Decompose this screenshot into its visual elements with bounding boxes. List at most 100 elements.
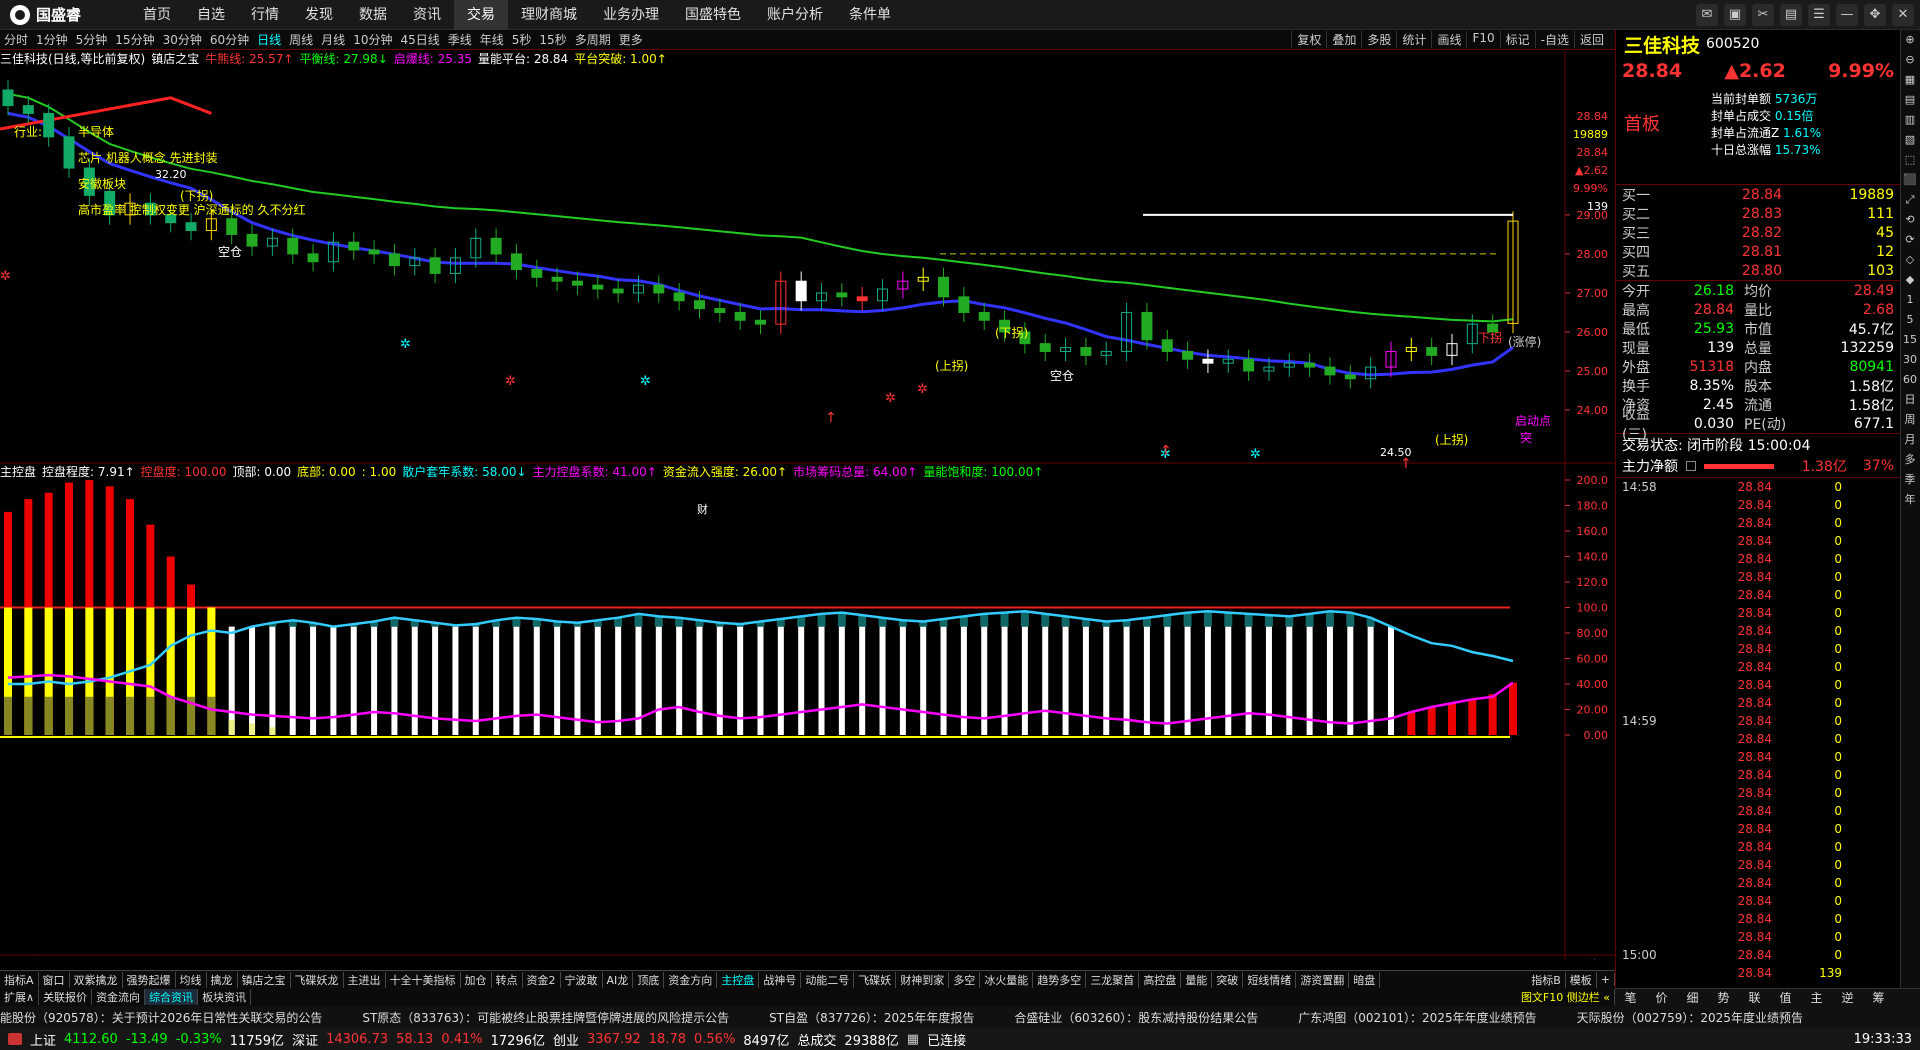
side-view-button[interactable]: 笔 bbox=[1615, 989, 1646, 1006]
tool-icon[interactable]: ▤ bbox=[1901, 90, 1919, 110]
strip-period[interactable]: 60 bbox=[1901, 370, 1919, 390]
indicator-tab-right[interactable]: + bbox=[1597, 973, 1615, 986]
tool-icon[interactable]: ⟲ bbox=[1901, 210, 1919, 230]
strip-period[interactable]: 30 bbox=[1901, 350, 1919, 370]
indicator-tab[interactable]: 多空 bbox=[949, 971, 981, 988]
side-view-button[interactable]: 逆 bbox=[1832, 989, 1863, 1006]
strip-period[interactable]: 年 bbox=[1901, 490, 1919, 510]
chart-tool-button[interactable]: 返回 bbox=[1573, 31, 1609, 48]
chart-area[interactable]: 三佳科技(日线,等比前复权) 镇店之宝 牛熊线: 25.57↑ 平衡线: 27.98↓… bbox=[0, 50, 1615, 960]
period-tab[interactable]: 15分钟 bbox=[111, 33, 158, 47]
bid-row[interactable]: 买三 28.82 45 bbox=[1616, 223, 1900, 242]
strip-period[interactable]: 日 bbox=[1901, 390, 1919, 410]
chart-tool-button[interactable]: 叠加 bbox=[1326, 31, 1361, 48]
period-tab[interactable]: 60分钟 bbox=[206, 33, 253, 47]
indicator-tab[interactable]: 宁波敢 bbox=[561, 971, 603, 988]
info-tab[interactable]: 关联报价 bbox=[39, 989, 93, 1005]
period-tab[interactable]: 更多 bbox=[615, 33, 647, 47]
indicator-tab[interactable]: 财神到家 bbox=[896, 971, 950, 988]
info-tab[interactable]: 资金流向 bbox=[92, 989, 146, 1005]
side-view-button[interactable]: 主 bbox=[1801, 989, 1832, 1006]
period-tab[interactable]: 15秒 bbox=[535, 33, 570, 47]
indicator-tab[interactable]: 强势起爆 bbox=[123, 971, 176, 988]
tool-icon[interactable]: ⊖ bbox=[1901, 50, 1919, 70]
chart-tool-button[interactable]: 画线 bbox=[1431, 31, 1466, 48]
chart-tool-button[interactable]: 标记 bbox=[1499, 31, 1535, 48]
side-view-button[interactable]: 值 bbox=[1770, 989, 1801, 1006]
nav-item[interactable]: 条件单 bbox=[836, 0, 904, 30]
close-icon[interactable]: ✕ bbox=[1892, 4, 1914, 26]
news-item[interactable]: 能股份（920578）：关于预计2026年日常性关联交易的公告 bbox=[0, 1009, 322, 1026]
indicator-tab[interactable]: 飞碟妖龙 bbox=[291, 971, 344, 988]
period-tab[interactable]: 多周期 bbox=[571, 33, 615, 47]
chart-tool-button[interactable]: -自选 bbox=[1534, 31, 1574, 48]
indicator-tab[interactable]: 顶底 bbox=[633, 971, 665, 988]
tool-icon[interactable]: ⬛ bbox=[1901, 170, 1919, 190]
indicator-tab[interactable]: 冰火量能 bbox=[980, 971, 1034, 988]
info-tab[interactable]: 扩展∧ bbox=[0, 989, 40, 1005]
bid-row[interactable]: 买一 28.84 19889 bbox=[1616, 185, 1900, 204]
news-ticker[interactable]: 能股份（920578）：关于预计2026年日常性关联交易的公告 ST原态（8337… bbox=[0, 1006, 1920, 1028]
nav-item[interactable]: 理财商城 bbox=[508, 0, 590, 30]
tool-icon[interactable]: ▥ bbox=[1901, 110, 1919, 130]
strip-period[interactable]: 月 bbox=[1901, 430, 1919, 450]
strip-period[interactable]: 季 bbox=[1901, 470, 1919, 490]
indicator-tab[interactable]: 加仓 bbox=[461, 971, 492, 988]
menu-icon[interactable]: ☰ bbox=[1808, 4, 1830, 26]
layout-icon[interactable]: ▤ bbox=[1780, 4, 1802, 26]
indicator-tab[interactable]: 转点 bbox=[492, 971, 523, 988]
indicator-tab[interactable]: 战神号 bbox=[759, 971, 802, 988]
tool-icon[interactable]: ◇ bbox=[1901, 250, 1919, 270]
side-toggle[interactable]: 图文F10 侧边栏 « bbox=[1517, 989, 1615, 1005]
bid-row[interactable]: 买四 28.81 12 bbox=[1616, 242, 1900, 261]
info-tab[interactable]: 板块资讯 bbox=[198, 989, 252, 1005]
indicator-tab-right[interactable]: 模板 bbox=[1566, 971, 1597, 988]
indicator-tab[interactable]: 资金2 bbox=[523, 971, 561, 988]
mail-icon[interactable]: ▣ bbox=[1724, 4, 1746, 26]
period-tab[interactable]: 5秒 bbox=[508, 33, 536, 47]
nav-item[interactable]: 业务办理 bbox=[590, 0, 672, 30]
strip-period[interactable]: 周 bbox=[1901, 410, 1919, 430]
indicator-tab[interactable]: 双紫擒龙 bbox=[70, 971, 123, 988]
period-tab[interactable]: 5分钟 bbox=[72, 33, 112, 47]
nav-item[interactable]: 资讯 bbox=[400, 0, 454, 30]
period-tab[interactable]: 日线 bbox=[253, 33, 285, 47]
period-tab[interactable]: 1分钟 bbox=[32, 33, 72, 47]
tool-icon[interactable]: ⤢ bbox=[1901, 190, 1919, 210]
indicator-tab[interactable]: 趋势多空 bbox=[1033, 971, 1087, 988]
bid-row[interactable]: 买五 28.80 103 bbox=[1616, 261, 1900, 280]
nav-item[interactable]: 数据 bbox=[346, 0, 400, 30]
nav-item[interactable]: 自选 bbox=[184, 0, 238, 30]
indicator-tab[interactable]: 指标A bbox=[0, 971, 39, 988]
indicator-tab[interactable]: 均线 bbox=[176, 971, 207, 988]
side-view-button[interactable]: 价 bbox=[1646, 989, 1677, 1006]
period-tab[interactable]: 年线 bbox=[476, 33, 508, 47]
news-item[interactable]: ST自盈（837726）：2025年年度报告 bbox=[769, 1009, 974, 1026]
tool-icon[interactable]: ▧ bbox=[1901, 130, 1919, 150]
side-view-button[interactable]: 筹 bbox=[1863, 989, 1894, 1006]
nav-item[interactable]: 行情 bbox=[238, 0, 292, 30]
period-tab[interactable]: 季线 bbox=[444, 33, 476, 47]
indicator-tab[interactable]: 窗口 bbox=[39, 971, 70, 988]
indicator-tab[interactable]: 突破 bbox=[1212, 971, 1244, 988]
period-tab[interactable]: 45日线 bbox=[396, 33, 443, 47]
indicator-tab[interactable]: 暗盘 bbox=[1349, 971, 1381, 988]
indicator-tab[interactable]: 主进出 bbox=[344, 971, 386, 988]
indicator-tab[interactable]: 十全十美指标 bbox=[386, 971, 461, 988]
indicator-tab[interactable]: 游资置翻 bbox=[1296, 971, 1350, 988]
nav-item[interactable]: 账户分析 bbox=[754, 0, 836, 30]
tool-icon[interactable]: ⊕ bbox=[1901, 30, 1919, 50]
indicator-tab[interactable]: 主控盘 bbox=[717, 971, 760, 988]
chart-tool-button[interactable]: 多股 bbox=[1361, 31, 1396, 48]
news-item[interactable]: 广东鸿图（002101）：2025年年度业绩预告 bbox=[1298, 1009, 1536, 1026]
side-view-button[interactable]: 势 bbox=[1708, 989, 1739, 1006]
message-icon[interactable]: ✉ bbox=[1696, 4, 1718, 26]
indicator-tab[interactable]: 三龙聚首 bbox=[1086, 971, 1140, 988]
period-tab[interactable]: 分时 bbox=[0, 33, 32, 47]
tool-icon[interactable]: ▦ bbox=[1901, 70, 1919, 90]
period-tab[interactable]: 周线 bbox=[285, 33, 317, 47]
indicator-tab[interactable]: 擒龙 bbox=[207, 971, 238, 988]
chart-tool-button[interactable]: 复权 bbox=[1291, 31, 1326, 48]
indicator-tab[interactable]: 动能二号 bbox=[801, 971, 855, 988]
tools-icon[interactable]: ✂ bbox=[1752, 4, 1774, 26]
